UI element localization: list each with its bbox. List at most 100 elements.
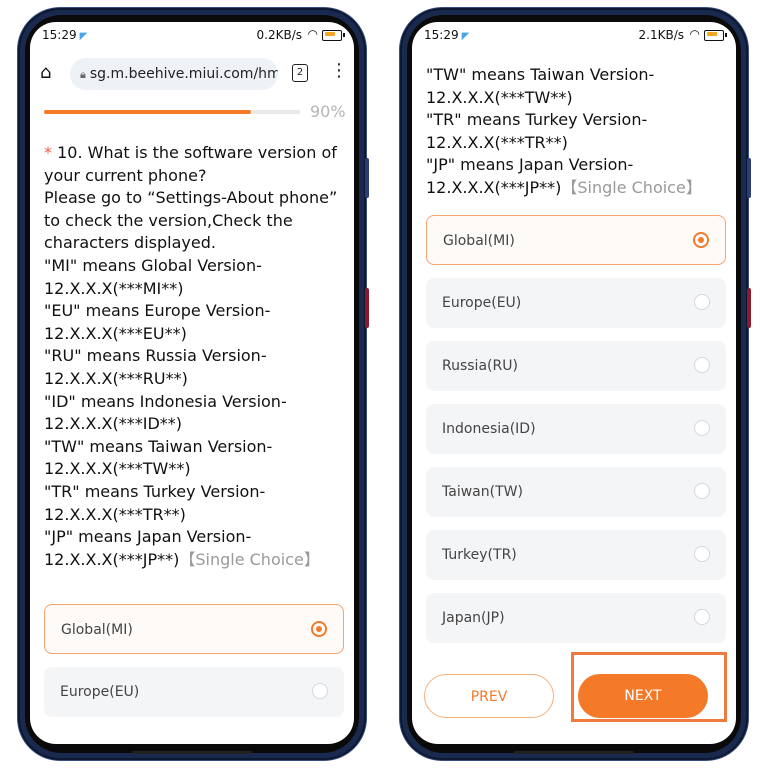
battery-icon <box>322 30 345 41</box>
question-line: 12.X.X.X(***RU**) <box>44 368 344 391</box>
radio-icon[interactable] <box>312 683 328 699</box>
question-line: "TW" means Taiwan Version- <box>44 436 344 459</box>
home-icon[interactable]: ⌂ <box>40 62 51 83</box>
question-line-text: 12.X.X.X(***JP**) <box>426 177 562 197</box>
question-line-text: "JP" means Japan Version- <box>44 527 252 547</box>
progress-bar <box>44 110 300 114</box>
power-button <box>747 288 751 328</box>
question-text: * 10. What is the software version of you… <box>44 142 344 571</box>
progress-percent: 90% <box>310 102 346 121</box>
radio-selected-icon[interactable] <box>693 232 709 248</box>
browser-address-bar: ⌂ 🔒︎ sg.m.beehive.miui.com/hm1 2 ⋮ <box>30 54 354 94</box>
question-line-text: 12.X.X.X(***TW**) <box>426 87 573 107</box>
option-label: Global(MI) <box>443 233 515 249</box>
single-choice-tag: 【Single Choice】 <box>561 177 702 197</box>
question-line-text: 12.X.X.X(***ID**) <box>44 414 183 434</box>
question-line: 12.X.X.X(***TW**) <box>426 87 726 110</box>
home-indicator <box>132 751 252 754</box>
lock-icon: 🔒︎ <box>80 68 86 81</box>
radio-icon[interactable] <box>694 420 710 436</box>
option-label: Indonesia(ID) <box>442 421 536 437</box>
battery-icon <box>704 30 727 41</box>
question-line-text: 12.X.X.X(***RU**) <box>44 368 188 388</box>
question-line: 12.X.X.X(***TR**) <box>44 504 344 527</box>
option-label: Europe(EU) <box>60 684 140 700</box>
volume-button <box>365 158 369 198</box>
more-icon[interactable]: ⋮ <box>330 60 348 81</box>
question-line: 12.X.X.X(***EU**) <box>44 323 344 346</box>
question-line-text: your current phone? <box>44 165 207 185</box>
question-line: "TW" means Taiwan Version- <box>426 64 726 87</box>
option-label: Japan(JP) <box>442 610 505 626</box>
question-line: "TR" means Turkey Version- <box>44 481 344 504</box>
question-line: 12.X.X.X(***JP**)【Single Choice】 <box>44 549 344 572</box>
question-line: 12.X.X.X(***JP**)【Single Choice】 <box>426 177 726 200</box>
prev-button[interactable]: PREV <box>424 674 554 718</box>
question-line-text: to check the version,Check the <box>44 210 293 230</box>
status-bar: 15:29 ◤ 2.1KB/s ◠ <box>412 22 736 48</box>
question-line-text: "RU" means Russia Version- <box>44 346 267 366</box>
question-line: 12.X.X.X(***ID**) <box>44 413 344 436</box>
question-line: "JP" means Japan Version- <box>426 154 726 177</box>
progress-fill <box>44 110 252 114</box>
question-line: "TR" means Turkey Version- <box>426 109 726 132</box>
question-line: 12.X.X.X(***TW**) <box>44 458 344 481</box>
question-line-text: "TR" means Turkey Version- <box>426 110 648 130</box>
option-turkey-tr[interactable]: Turkey(TR) <box>426 530 726 580</box>
question-line: your current phone? <box>44 165 344 188</box>
question-line-text: 12.X.X.X(***TR**) <box>44 504 186 524</box>
question-text: "TW" means Taiwan Version- 12.X.X.X(***TW… <box>426 64 726 200</box>
question-line-text: "MI" means Global Version- <box>44 255 262 275</box>
option-russia-ru[interactable]: Russia(RU) <box>426 341 726 391</box>
question-line-text: 10. What is the software version of <box>57 143 337 162</box>
volume-button <box>747 158 751 198</box>
tabs-icon[interactable]: 2 <box>292 64 308 82</box>
question-line-text: "TW" means Taiwan Version- <box>426 65 655 84</box>
question-line: 12.X.X.X(***MI**) <box>44 278 344 301</box>
status-time: 15:29 ◤ <box>42 28 88 42</box>
question-line: "ID" means Indonesia Version- <box>44 391 344 414</box>
question-line: 12.X.X.X(***TR**) <box>426 132 726 155</box>
option-label: Russia(RU) <box>442 358 518 374</box>
option-global-mi[interactable]: Global(MI) <box>426 215 726 265</box>
screen-right: 15:29 ◤ 2.1KB/s ◠ "TW" means Taiwan Versi… <box>412 22 736 744</box>
power-button <box>365 288 369 328</box>
question-line: "JP" means Japan Version- <box>44 526 344 549</box>
question-line-text: 12.X.X.X(***MI**) <box>44 278 184 298</box>
question-line-text: "TW" means Taiwan Version- <box>44 436 273 456</box>
url-field[interactable]: 🔒︎ sg.m.beehive.miui.com/hm1 <box>70 58 278 90</box>
required-mark: * <box>44 143 52 162</box>
option-europe-eu[interactable]: Europe(EU) <box>44 667 344 717</box>
cloud-icon: ◤ <box>461 31 470 42</box>
phone-left: 15:29 ◤ 0.2KB/s ◠ ⌂ 🔒︎ sg.m.beehive.miui.c… <box>18 8 369 760</box>
option-label: Europe(EU) <box>442 295 522 311</box>
radio-icon[interactable] <box>694 357 710 373</box>
home-indicator <box>514 751 634 754</box>
option-taiwan-tw[interactable]: Taiwan(TW) <box>426 467 726 517</box>
question-line-text: 12.X.X.X(***EU**) <box>44 323 187 343</box>
question-line-text: 12.X.X.X(***TR**) <box>426 132 568 152</box>
radio-icon[interactable] <box>694 609 710 625</box>
question-line-text: 12.X.X.X(***TW**) <box>44 459 191 479</box>
question-line: to check the version,Check the <box>44 210 344 233</box>
question-line: "RU" means Russia Version- <box>44 345 344 368</box>
status-time: 15:29 ◤ <box>424 28 470 42</box>
radio-icon[interactable] <box>694 294 710 310</box>
radio-selected-icon[interactable] <box>311 621 327 637</box>
option-label: Taiwan(TW) <box>442 484 523 500</box>
radio-icon[interactable] <box>694 483 710 499</box>
wifi-icon: ◠ <box>307 27 318 41</box>
option-europe-eu[interactable]: Europe(EU) <box>426 278 726 328</box>
radio-icon[interactable] <box>694 546 710 562</box>
wifi-icon: ◠ <box>689 27 700 41</box>
question-line: "MI" means Global Version- <box>44 255 344 278</box>
question-line: * 10. What is the software version of <box>44 142 344 165</box>
question-line: Please go to “Settings-About phone” <box>44 187 344 210</box>
option-indonesia-id[interactable]: Indonesia(ID) <box>426 404 726 454</box>
question-line-text: 12.X.X.X(***JP**) <box>44 549 180 569</box>
status-bar: 15:29 ◤ 0.2KB/s ◠ <box>30 22 354 48</box>
url-text: sg.m.beehive.miui.com/hm1 <box>89 66 278 82</box>
cloud-icon: ◤ <box>79 31 88 42</box>
option-japan-jp[interactable]: Japan(JP) <box>426 593 726 643</box>
option-global-mi[interactable]: Global(MI) <box>44 604 344 654</box>
